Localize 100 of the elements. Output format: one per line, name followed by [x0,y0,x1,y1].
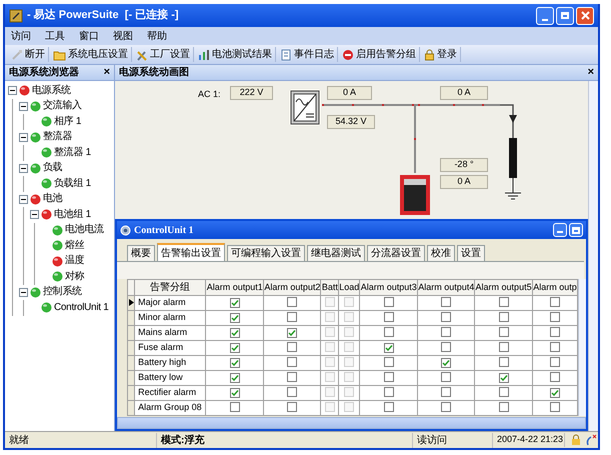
checkbox[interactable] [230,372,240,382]
checkbox[interactable] [384,297,394,307]
toolbar-button[interactable]: 登录 [424,47,461,62]
checkbox[interactable] [384,312,394,322]
tree-item[interactable]: 电池组 1 [54,210,91,220]
tree-item[interactable]: 交流输入 [43,101,82,112]
checkbox[interactable] [384,372,394,382]
checkbox[interactable] [550,342,560,352]
tree-item[interactable]: 整流器 1 [54,148,91,158]
checkbox[interactable] [550,388,560,398]
checkbox[interactable] [384,387,394,397]
checkbox[interactable] [287,387,298,397]
tree-item[interactable]: 电池 [43,194,62,204]
horizontal-scrollbar[interactable] [117,417,586,429]
checkbox[interactable] [230,298,240,308]
collapse-icon[interactable] [19,102,28,111]
column-header[interactable]: Alarm output3 [360,280,418,296]
checkbox[interactable] [287,357,298,367]
collapse-icon[interactable] [8,86,17,96]
toolbar-button[interactable]: 系统电压设置 [53,47,132,62]
checkbox[interactable] [230,358,240,368]
checkbox[interactable] [441,312,452,322]
tree-item[interactable]: 控制系统 [43,287,82,298]
collapse-icon[interactable] [19,132,28,142]
menu-item[interactable]: 帮助 [147,28,167,44]
tab[interactable]: 概要 [127,245,155,261]
checkbox[interactable] [498,297,509,307]
toolbar-button[interactable]: 事件日志 [280,47,338,62]
toolbar-button[interactable]: 工厂设置 [136,47,194,62]
menu-item[interactable]: 视图 [113,28,133,44]
checkbox[interactable] [441,342,452,352]
checkbox[interactable] [550,372,560,382]
column-header[interactable]: Alarm output5 [474,280,532,296]
column-header[interactable]: Alarm output4 [418,280,475,296]
tab[interactable]: 可编程输入设置 [227,245,305,261]
checkbox[interactable] [230,402,240,412]
checkbox[interactable] [287,312,298,322]
tab[interactable]: 校准 [427,245,455,261]
column-header[interactable]: Alarm output1 [206,280,264,296]
checkbox[interactable] [230,328,240,338]
checkbox[interactable] [384,327,394,337]
scrollbar[interactable] [578,279,586,416]
checkbox[interactable] [498,342,509,352]
checkbox[interactable] [441,387,452,397]
toolbar-button[interactable]: 断开 [11,47,49,62]
minimize-button[interactable] [553,223,567,237]
checkbox[interactable] [498,402,509,412]
tree-item[interactable]: 负载组 1 [54,178,91,189]
column-header[interactable]: Alarm outp [532,280,578,296]
tree-item[interactable]: 负载 [43,163,62,174]
tree-item[interactable]: ControlUnit 1 [54,302,108,313]
column-header[interactable]: 告警分组 [134,280,206,296]
close-button[interactable]: × [104,67,110,78]
toolbar-button[interactable]: 启用告警分组 [342,47,420,62]
close-button[interactable] [576,6,594,24]
checkbox[interactable] [384,357,394,367]
tree-item[interactable]: 整流器 [43,132,72,142]
close-button[interactable]: × [588,67,594,78]
tree-item[interactable]: 熔丝 [65,240,84,251]
checkbox[interactable] [550,327,560,337]
checkbox[interactable] [498,357,509,367]
collapse-icon[interactable] [19,194,28,204]
checkbox[interactable] [230,312,240,322]
checkbox[interactable] [441,372,452,382]
checkbox[interactable] [287,328,298,338]
checkbox[interactable] [384,342,394,352]
checkbox[interactable] [550,357,560,367]
tab[interactable]: 分流器设置 [367,245,425,261]
checkbox[interactable] [441,402,452,412]
collapse-icon[interactable] [30,210,39,220]
checkbox[interactable] [550,297,560,307]
checkbox[interactable] [441,327,452,337]
checkbox[interactable] [441,358,452,368]
minimize-button[interactable] [536,6,554,24]
row-header[interactable] [128,296,135,310]
collapse-icon[interactable] [19,288,28,297]
checkbox[interactable] [441,297,452,307]
collapse-icon[interactable] [19,164,28,173]
scrollbar[interactable] [588,81,598,431]
tab[interactable]: 告警输出设置 [157,243,225,261]
checkbox[interactable] [287,342,298,352]
checkbox[interactable] [287,297,298,307]
checkbox[interactable] [498,387,509,397]
checkbox[interactable] [230,388,240,398]
checkbox[interactable] [498,372,509,382]
checkbox[interactable] [230,342,240,352]
toolbar-button[interactable]: 电池测试结果 [198,47,276,62]
tree-item[interactable]: 对称 [65,272,84,282]
menu-item[interactable]: 窗口 [79,28,99,44]
tab[interactable]: 设置 [457,245,485,261]
tab[interactable]: 继电器测试 [307,245,365,261]
menu-item[interactable]: 工具 [45,28,65,44]
checkbox[interactable] [550,312,560,322]
checkbox[interactable] [550,402,560,412]
checkbox[interactable] [384,402,394,412]
tree-item[interactable]: 电池电流 [65,225,104,236]
checkbox[interactable] [498,312,509,322]
tree-item[interactable]: 电源系统 [32,86,71,96]
maximize-button[interactable] [556,6,574,24]
checkbox[interactable] [287,402,298,412]
